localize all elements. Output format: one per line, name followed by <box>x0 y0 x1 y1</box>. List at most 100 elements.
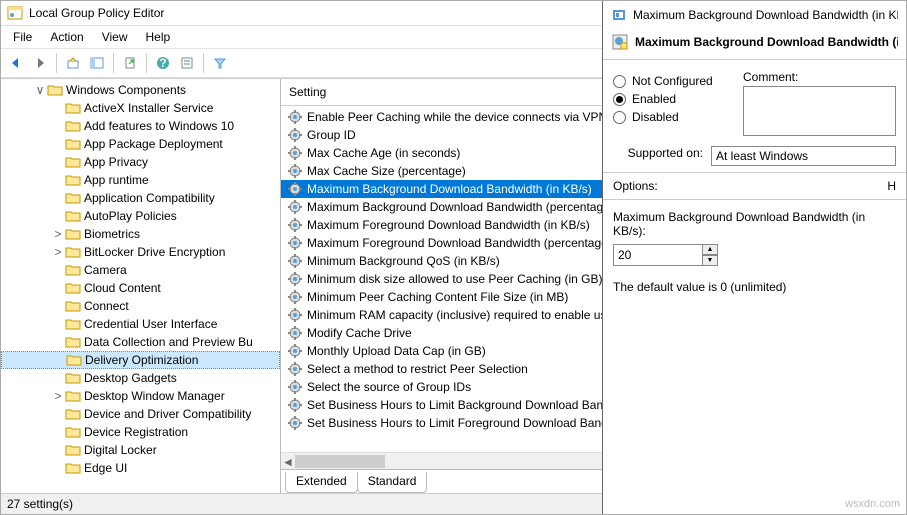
setting-label: Set Business Hours to Limit Foreground D… <box>307 416 617 430</box>
setting-icon <box>287 145 303 161</box>
separator <box>113 53 114 73</box>
radio-disabled[interactable]: Disabled <box>613 110 733 124</box>
radio-not-configured[interactable]: Not Configured <box>613 74 733 88</box>
spin-up-button[interactable]: ▲ <box>702 244 718 255</box>
expand-icon[interactable]: > <box>51 227 65 241</box>
tree-item[interactable]: Device and Driver Compatibility <box>1 405 280 423</box>
tree-label: Credential User Interface <box>84 317 217 331</box>
setting-icon <box>287 415 303 431</box>
tree-item[interactable]: Digital Locker <box>1 441 280 459</box>
tree-label: Edge UI <box>84 461 127 475</box>
comment-input[interactable] <box>743 86 896 136</box>
setting-label: Group ID <box>307 128 356 142</box>
filter-button[interactable] <box>209 52 231 74</box>
tree-item[interactable]: Cloud Content <box>1 279 280 297</box>
tree-item[interactable]: Device Registration <box>1 423 280 441</box>
tree-item[interactable]: App Privacy <box>1 153 280 171</box>
dialog-subtitle: Maximum Background Download Bandwidth (i… <box>635 35 898 49</box>
menu-file[interactable]: File <box>5 28 40 46</box>
tab-standard[interactable]: Standard <box>357 472 428 493</box>
tree-item[interactable]: Desktop Gadgets <box>1 369 280 387</box>
folder-icon <box>65 389 81 403</box>
tree-label: BitLocker Drive Encryption <box>84 245 225 259</box>
tree-label: Digital Locker <box>84 443 157 457</box>
radio-enabled[interactable]: Enabled <box>613 92 733 106</box>
setting-icon <box>287 181 303 197</box>
show-hide-tree-button[interactable] <box>86 52 108 74</box>
folder-icon <box>65 245 81 259</box>
tree-item[interactable]: Connect <box>1 297 280 315</box>
tree-item[interactable]: App Package Deployment <box>1 135 280 153</box>
setting-label: Minimum disk size allowed to use Peer Ca… <box>307 272 602 286</box>
setting-icon <box>287 361 303 377</box>
tree-item[interactable]: Camera <box>1 261 280 279</box>
folder-icon <box>65 425 81 439</box>
tree-item[interactable]: > Biometrics <box>1 225 280 243</box>
policy-icon <box>611 33 629 51</box>
export-button[interactable] <box>119 52 141 74</box>
menu-help[interactable]: Help <box>138 28 179 46</box>
tree-item[interactable]: >Desktop Window Manager <box>1 387 280 405</box>
setting-label: Set Business Hours to Limit Background D… <box>307 398 619 412</box>
radio-label: Enabled <box>632 92 676 106</box>
scroll-left-arrow[interactable]: ◄ <box>281 453 295 470</box>
tree-label: Delivery Optimization <box>85 353 198 367</box>
tree-label: Add features to Windows 10 <box>84 119 234 133</box>
tab-extended[interactable]: Extended <box>285 472 358 493</box>
tree-item[interactable]: Data Collection and Preview Bu <box>1 333 280 351</box>
setting-label: Minimum RAM capacity (inclusive) require… <box>307 308 613 322</box>
tree-panel[interactable]: ∨Windows ComponentsActiveX Installer Ser… <box>1 79 281 493</box>
forward-button[interactable] <box>29 52 51 74</box>
tree-label: Biometrics <box>84 227 140 241</box>
tree-item[interactable]: > BitLocker Drive Encryption <box>1 243 280 261</box>
setting-icon <box>287 271 303 287</box>
tree-item[interactable]: ActiveX Installer Service <box>1 99 280 117</box>
separator <box>203 53 204 73</box>
menu-action[interactable]: Action <box>42 28 91 46</box>
menu-view[interactable]: View <box>94 28 136 46</box>
tree-item[interactable]: Credential User Interface <box>1 315 280 333</box>
dialog-title: Maximum Background Download Bandwidth (i… <box>633 8 898 22</box>
collapse-icon[interactable]: ∨ <box>33 83 47 97</box>
folder-icon <box>65 299 81 313</box>
setting-label: Maximum Foreground Download Bandwidth (p… <box>307 236 608 250</box>
svg-text:?: ? <box>159 56 166 70</box>
spinner-buttons: ▲ ▼ <box>702 244 718 266</box>
separator <box>146 53 147 73</box>
expand-icon[interactable]: > <box>51 245 65 259</box>
tree-item[interactable]: Edge UI <box>1 459 280 477</box>
up-button[interactable] <box>62 52 84 74</box>
radio-label: Not Configured <box>632 74 713 88</box>
setting-icon <box>287 343 303 359</box>
expand-icon[interactable]: > <box>51 389 65 403</box>
bandwidth-input[interactable] <box>613 244 703 266</box>
scroll-thumb[interactable] <box>295 455 385 468</box>
default-note: The default value is 0 (unlimited) <box>613 280 896 294</box>
properties-button[interactable] <box>176 52 198 74</box>
tree-label: Application Compatibility <box>84 191 215 205</box>
setting-icon <box>287 379 303 395</box>
help-label: H <box>887 179 896 193</box>
setting-icon <box>287 253 303 269</box>
setting-label: Monthly Upload Data Cap (in GB) <box>307 344 486 358</box>
setting-label: Maximum Background Download Bandwidth (i… <box>307 182 592 196</box>
folder-icon <box>65 461 81 475</box>
tree-label: Device and Driver Compatibility <box>84 407 251 421</box>
back-button[interactable] <box>5 52 27 74</box>
tree-label: App Privacy <box>84 155 148 169</box>
separator <box>56 53 57 73</box>
tree-item[interactable]: AutoPlay Policies <box>1 207 280 225</box>
spin-down-button[interactable]: ▼ <box>702 255 718 266</box>
folder-icon <box>65 173 81 187</box>
tree-item[interactable]: App runtime <box>1 171 280 189</box>
tree-item[interactable]: Delivery Optimization <box>1 351 280 369</box>
folder-icon <box>65 317 81 331</box>
watermark: wsxdn.com <box>845 498 900 510</box>
tree-label: Connect <box>84 299 129 313</box>
tree-item[interactable]: Add features to Windows 10 <box>1 117 280 135</box>
tree-item[interactable]: Application Compatibility <box>1 189 280 207</box>
tree-label: Device Registration <box>84 425 188 439</box>
help-button[interactable]: ? <box>152 52 174 74</box>
tree-root[interactable]: ∨Windows Components <box>1 81 280 99</box>
setting-label: Select a method to restrict Peer Selecti… <box>307 362 528 376</box>
